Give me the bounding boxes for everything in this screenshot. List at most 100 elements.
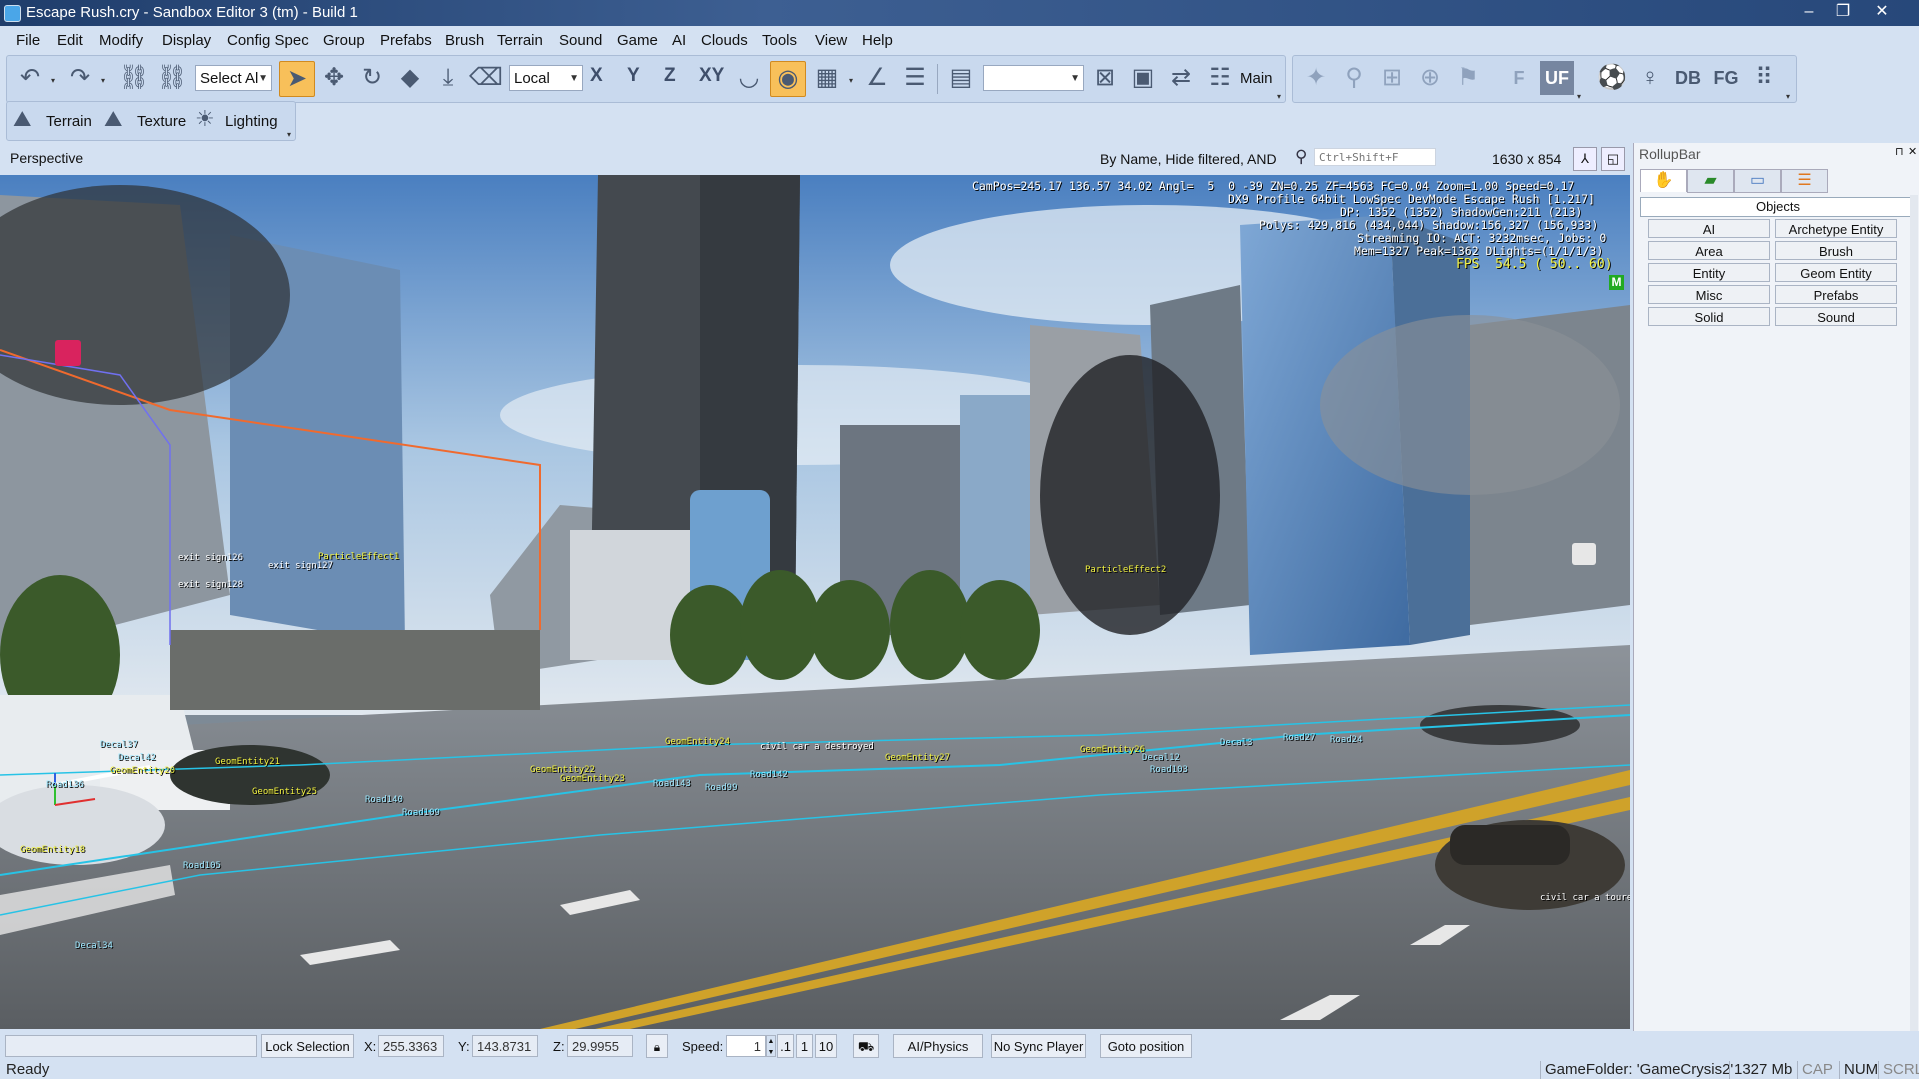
category-brush-button[interactable]: Brush [1775, 241, 1897, 260]
erase-icon[interactable]: ⌫ [469, 61, 503, 95]
ai-physics-button[interactable]: AI/Physics [893, 1034, 983, 1058]
link-icon[interactable]: ⛓ [117, 61, 151, 95]
menu-clouds[interactable]: Clouds [701, 32, 748, 49]
entity-label[interactable]: Road109 [402, 808, 440, 818]
toolbar-overflow-icon[interactable]: ▾ [1577, 92, 1585, 102]
no-sync-player-button[interactable]: No Sync Player [991, 1034, 1086, 1058]
menu-edit[interactable]: Edit [57, 32, 83, 49]
entity-label[interactable]: GeomEntity18 [20, 845, 85, 855]
grid-icon[interactable]: ▦ [810, 61, 844, 95]
toolbar-overflow-icon[interactable]: ▾ [287, 130, 295, 140]
hide-layer-icon[interactable]: ⊠ [1088, 61, 1122, 95]
entity-label[interactable]: Road143 [653, 779, 691, 789]
menu-prefabs[interactable]: Prefabs [380, 32, 432, 49]
layer-list-icon[interactable]: ▤ [944, 61, 978, 95]
menu-help[interactable]: Help [862, 32, 893, 49]
db-button[interactable]: DB [1671, 61, 1705, 95]
entity-label[interactable]: GeomEntity24 [665, 737, 730, 747]
entity-label[interactable]: Road142 [750, 770, 788, 780]
snap-to-terrain-icon[interactable]: ⤓ [431, 61, 465, 95]
x-coordinate-field[interactable]: 255.3363 [378, 1035, 444, 1057]
category-entity-button[interactable]: Entity [1648, 263, 1770, 282]
layer-dropdown[interactable]: ▼ [983, 65, 1084, 91]
menu-group[interactable]: Group [323, 32, 365, 49]
category-area-button[interactable]: Area [1648, 241, 1770, 260]
object-snap-icon[interactable]: ◉ [770, 61, 806, 97]
lock-selection-button[interactable]: Lock Selection [261, 1034, 354, 1058]
category-misc-button[interactable]: Misc [1648, 285, 1770, 304]
maximize-button[interactable]: ❐ [1826, 0, 1860, 24]
objects-section-header[interactable]: Objects [1640, 197, 1916, 217]
objects-tab-icon[interactable]: ✋ [1640, 169, 1687, 192]
lock-icon[interactable]: 🔒︎ [646, 1034, 668, 1058]
redo-dropdown-icon[interactable]: ▾ [101, 76, 109, 86]
unlink-icon[interactable]: ⛓ [155, 61, 189, 95]
search-input[interactable] [1314, 148, 1436, 166]
entity-label[interactable]: Road136 [46, 780, 84, 790]
ai-tag-icon[interactable]: ⚑ [1451, 61, 1485, 95]
entity-label[interactable]: Decal3 [1220, 738, 1253, 748]
select-mode-dropdown[interactable]: Select Al ▼ [195, 65, 272, 91]
axis-x-button[interactable]: X [590, 65, 603, 87]
entity-label[interactable]: exit sign128 [178, 580, 243, 590]
entity-label[interactable]: GeomEntity27 [885, 753, 950, 763]
rollup-scrollbar[interactable] [1910, 195, 1918, 1045]
entity-label[interactable]: civil car a tourer [1540, 893, 1630, 903]
entity-label[interactable]: Decal42 [118, 753, 156, 763]
speed-spinner-icon[interactable]: ▲ ▼ [766, 1035, 776, 1057]
terrain-collision-icon[interactable]: ⛟ [853, 1034, 879, 1058]
category-solid-button[interactable]: Solid [1648, 307, 1770, 326]
z-coordinate-field[interactable]: 29.9955 [567, 1035, 633, 1057]
entity-label[interactable]: exit sign126 [178, 553, 243, 563]
category-prefabs-button[interactable]: Prefabs [1775, 285, 1897, 304]
move-icon[interactable]: ✥ [317, 61, 351, 95]
menu-ai[interactable]: AI [672, 32, 686, 49]
menu-game[interactable]: Game [617, 32, 658, 49]
menu-tools[interactable]: Tools [762, 32, 797, 49]
undo-dropdown-icon[interactable]: ▾ [51, 76, 59, 86]
entity-label[interactable]: Decal37 [100, 740, 138, 750]
speed-input[interactable]: 1 [726, 1035, 766, 1057]
filter-mode-label[interactable]: By Name, Hide filtered, AND [1100, 151, 1277, 167]
uf-button[interactable]: UF [1540, 61, 1574, 95]
entity-label[interactable]: Road103 [1150, 765, 1188, 775]
terrain-tab-icon[interactable]: ▰ [1687, 169, 1734, 193]
layers-icon[interactable]: ☷ [1203, 61, 1237, 95]
layers-tab-icon[interactable]: ☰ [1781, 169, 1828, 193]
entity-label[interactable]: GeomEntity20 [110, 766, 175, 776]
physics-icon[interactable]: ⚽ [1595, 61, 1629, 95]
align-icon[interactable]: ☰ [898, 61, 932, 95]
menu-brush[interactable]: Brush [445, 32, 484, 49]
close-icon[interactable]: ✕ [1908, 145, 1917, 158]
toolbar-overflow-icon[interactable]: ▾ [1277, 92, 1285, 102]
entity-label[interactable]: Road27 [1283, 733, 1316, 743]
axis-z-button[interactable]: Z [664, 65, 676, 87]
coord-system-dropdown[interactable]: Local ▼ [509, 65, 583, 91]
menu-display[interactable]: Display [162, 32, 211, 49]
axis-helper-icon[interactable]: ⅄ [1573, 147, 1597, 171]
menu-sound[interactable]: Sound [559, 32, 602, 49]
entity-label[interactable]: Decal34 [75, 941, 113, 951]
menu-config-spec[interactable]: Config Spec [227, 32, 309, 49]
grid-apps-icon[interactable]: ⠿ [1747, 61, 1781, 95]
command-input[interactable] [5, 1035, 257, 1057]
category-geom-entity-button[interactable]: Geom Entity [1775, 263, 1897, 282]
axis-xy-button[interactable]: XY [699, 65, 724, 87]
layer-move-icon[interactable]: ▣ [1126, 61, 1160, 95]
entity-label[interactable]: exit sign127 [268, 561, 333, 571]
pin-icon[interactable]: ⊓ [1895, 145, 1904, 158]
entity-label[interactable]: Road105 [183, 861, 221, 871]
entity-label[interactable]: Road24 [1330, 735, 1363, 745]
menu-view[interactable]: View [815, 32, 847, 49]
character-icon[interactable]: ♀ [1633, 61, 1667, 95]
entity-label[interactable]: GeomEntity21 [215, 757, 280, 767]
viewport-title[interactable]: Perspective [10, 150, 83, 166]
entity-label[interactable]: ParticleEffect2 [1085, 565, 1166, 575]
entity-label[interactable]: GeomEntity26 [1080, 745, 1145, 755]
category-archetype-entity-button[interactable]: Archetype Entity [1775, 219, 1897, 238]
rotate-icon[interactable]: ↻ [355, 61, 389, 95]
entity-label[interactable]: GeomEntity25 [252, 787, 317, 797]
speed-preset-1[interactable]: 1 [796, 1034, 813, 1058]
category-sound-button[interactable]: Sound [1775, 307, 1897, 326]
minimize-button[interactable]: – [1792, 0, 1826, 24]
